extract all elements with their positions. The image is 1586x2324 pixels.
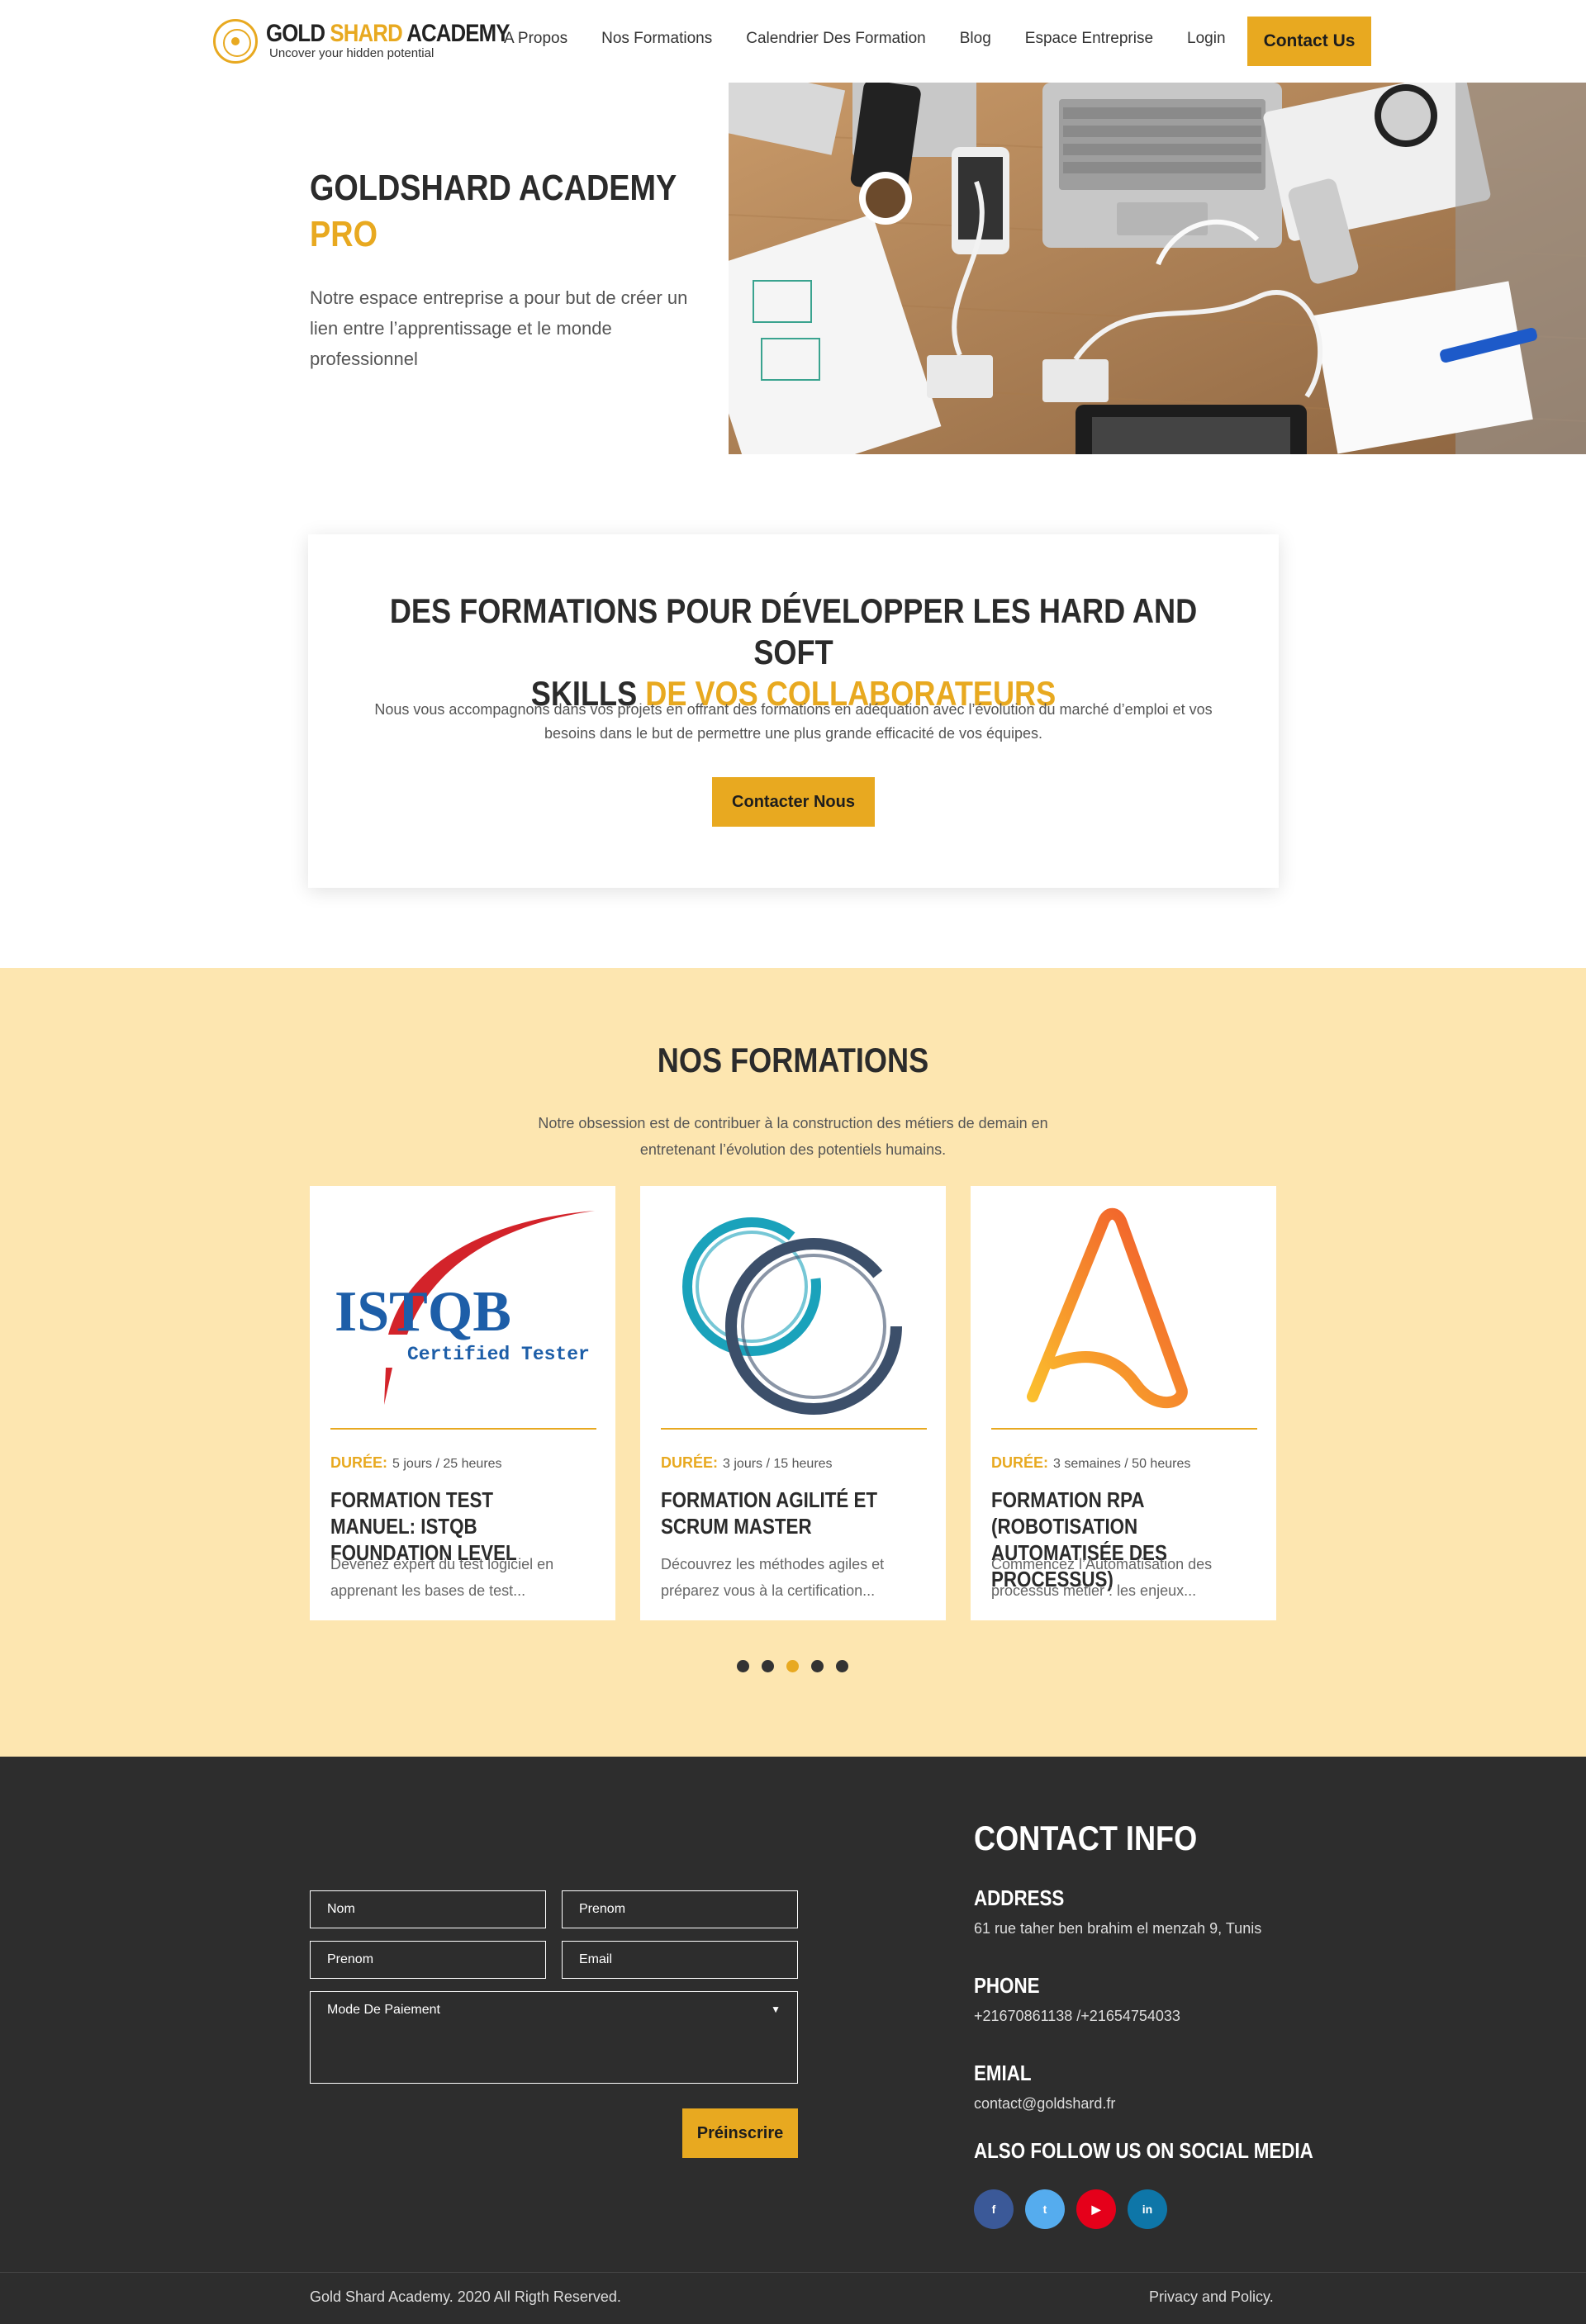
scrum-rings-logo	[640, 1186, 946, 1425]
email-value[interactable]: contact@goldshard.fr	[974, 2095, 1115, 2113]
istqb-logo: ISTQB Certified Tester	[310, 1186, 615, 1425]
logo-emblem-icon	[213, 19, 258, 64]
email-field[interactable]: Email	[562, 1941, 798, 1979]
card-divider	[330, 1428, 596, 1430]
phone-label: PHONE	[974, 1973, 1040, 1998]
formation-card-istqb[interactable]: ISTQB Certified Tester DURÉE: 5 jours / 2…	[310, 1186, 615, 1620]
card-title[interactable]: FORMATION AGILITÉ ET SCRUM MASTER	[661, 1487, 902, 1539]
hero-description: Notre espace entreprise a pour but de cr…	[310, 287, 688, 369]
nav-nos-formations[interactable]: Nos Formations	[601, 30, 712, 48]
intro-card: DES FORMATIONS POUR DÉVELOPPER LES HARD …	[308, 534, 1279, 888]
email-label: EMIAL	[974, 2061, 1032, 2085]
site-header: GOLD SHARD ACADEMY Uncover your hidden p…	[0, 0, 1586, 83]
card-divider	[991, 1428, 1257, 1430]
prenom-field-2[interactable]: Prenom	[310, 1941, 546, 1979]
logo-tagline: Uncover your hidden potential	[269, 46, 434, 60]
carousel-dot-active[interactable]	[786, 1660, 799, 1672]
hero-text: GOLDSHARD ACADEMY PRO Notre espace entre…	[310, 165, 698, 374]
nav-blog[interactable]: Blog	[960, 30, 991, 48]
facebook-icon[interactable]: f	[974, 2189, 1014, 2229]
formations-title: NOS FORMATIONS	[657, 1041, 929, 1079]
twitter-icon[interactable]: t	[1025, 2189, 1065, 2229]
privacy-policy-link[interactable]: Privacy and Policy.	[1149, 2288, 1274, 2306]
formations-description: Notre obsession est de contribuer à la c…	[538, 1115, 1048, 1158]
carousel-dot[interactable]	[737, 1660, 749, 1672]
youtube-icon[interactable]: ▶	[1076, 2189, 1116, 2229]
footer-divider	[0, 2272, 1586, 2273]
logo-name: GOLD SHARD ACADEMY	[266, 20, 510, 47]
dropdown-caret-icon: ▼	[771, 2004, 781, 2015]
contact-us-button[interactable]: Contact Us	[1247, 17, 1371, 66]
hero-image-desk-laptops	[729, 83, 1586, 454]
nav-login[interactable]: Login	[1187, 30, 1226, 48]
social-title: ALSO FOLLOW US ON SOCIAL MEDIA	[974, 2138, 1313, 2163]
linkedin-icon[interactable]: in	[1128, 2189, 1167, 2229]
automation-anywhere-logo	[971, 1186, 1276, 1425]
carousel-dots	[737, 1660, 848, 1672]
card-duration: DURÉE: 5 jours / 25 heures	[330, 1454, 502, 1471]
istqb-logo-subtitle: Certified Tester	[407, 1344, 590, 1365]
card-description: Devenez expert du test logiciel en appre…	[330, 1556, 554, 1599]
contact-info-title: CONTACT INFO	[974, 1819, 1198, 1857]
preinscrire-button[interactable]: Préinscrire	[682, 2108, 798, 2158]
mode-paiement-label: Mode De Paiement	[327, 2003, 440, 2017]
site-footer: Nom Prenom Prenom Email Mode De Paiement…	[0, 1757, 1586, 2324]
formations-section: NOS FORMATIONS Notre obsession est de co…	[0, 968, 1586, 1757]
nav-a-propos[interactable]: A Propos	[504, 30, 567, 48]
card-divider	[661, 1428, 927, 1430]
carousel-dot[interactable]	[762, 1660, 774, 1672]
nav-calendrier[interactable]: Calendrier Des Formation	[746, 30, 926, 48]
intro-description: Nous vous accompagnons dans vos projets …	[374, 701, 1213, 742]
istqb-logo-text: ISTQB	[335, 1280, 511, 1344]
card-duration: DURÉE: 3 jours / 15 heures	[661, 1454, 833, 1471]
address-value: 61 rue taher ben brahim el menzah 9, Tun…	[974, 1920, 1262, 1937]
mode-paiement-select[interactable]: Mode De Paiement ▼	[310, 1991, 798, 2084]
card-description: Commencez l’Automatisation des processus…	[991, 1556, 1213, 1599]
intro-title: DES FORMATIONS POUR DÉVELOPPER LES HARD …	[389, 591, 1198, 713]
hero-title: GOLDSHARD ACADEMY PRO	[310, 168, 677, 254]
site-logo[interactable]: GOLD SHARD ACADEMY Uncover your hidden p…	[213, 17, 510, 66]
nom-field[interactable]: Nom	[310, 1890, 546, 1928]
prenom-field[interactable]: Prenom	[562, 1890, 798, 1928]
main-nav: A Propos Nos Formations Calendrier Des F…	[504, 30, 1260, 48]
formation-card-scrum[interactable]: DURÉE: 3 jours / 15 heures FORMATION AGIL…	[640, 1186, 946, 1620]
nav-espace-entreprise[interactable]: Espace Entreprise	[1025, 30, 1153, 48]
card-duration: DURÉE: 3 semaines / 50 heures	[991, 1454, 1191, 1471]
formation-card-rpa[interactable]: DURÉE: 3 semaines / 50 heures FORMATION R…	[971, 1186, 1276, 1620]
address-label: ADDRESS	[974, 1885, 1065, 1910]
carousel-dot[interactable]	[811, 1660, 824, 1672]
contacter-nous-button[interactable]: Contacter Nous	[712, 777, 875, 827]
carousel-dot[interactable]	[836, 1660, 848, 1672]
copyright: Gold Shard Academy. 2020 All Rigth Reser…	[310, 2288, 621, 2305]
card-description: Découvrez les méthodes agiles et prépare…	[661, 1556, 885, 1599]
phone-value: +21670861138 /+21654754033	[974, 2008, 1180, 2024]
